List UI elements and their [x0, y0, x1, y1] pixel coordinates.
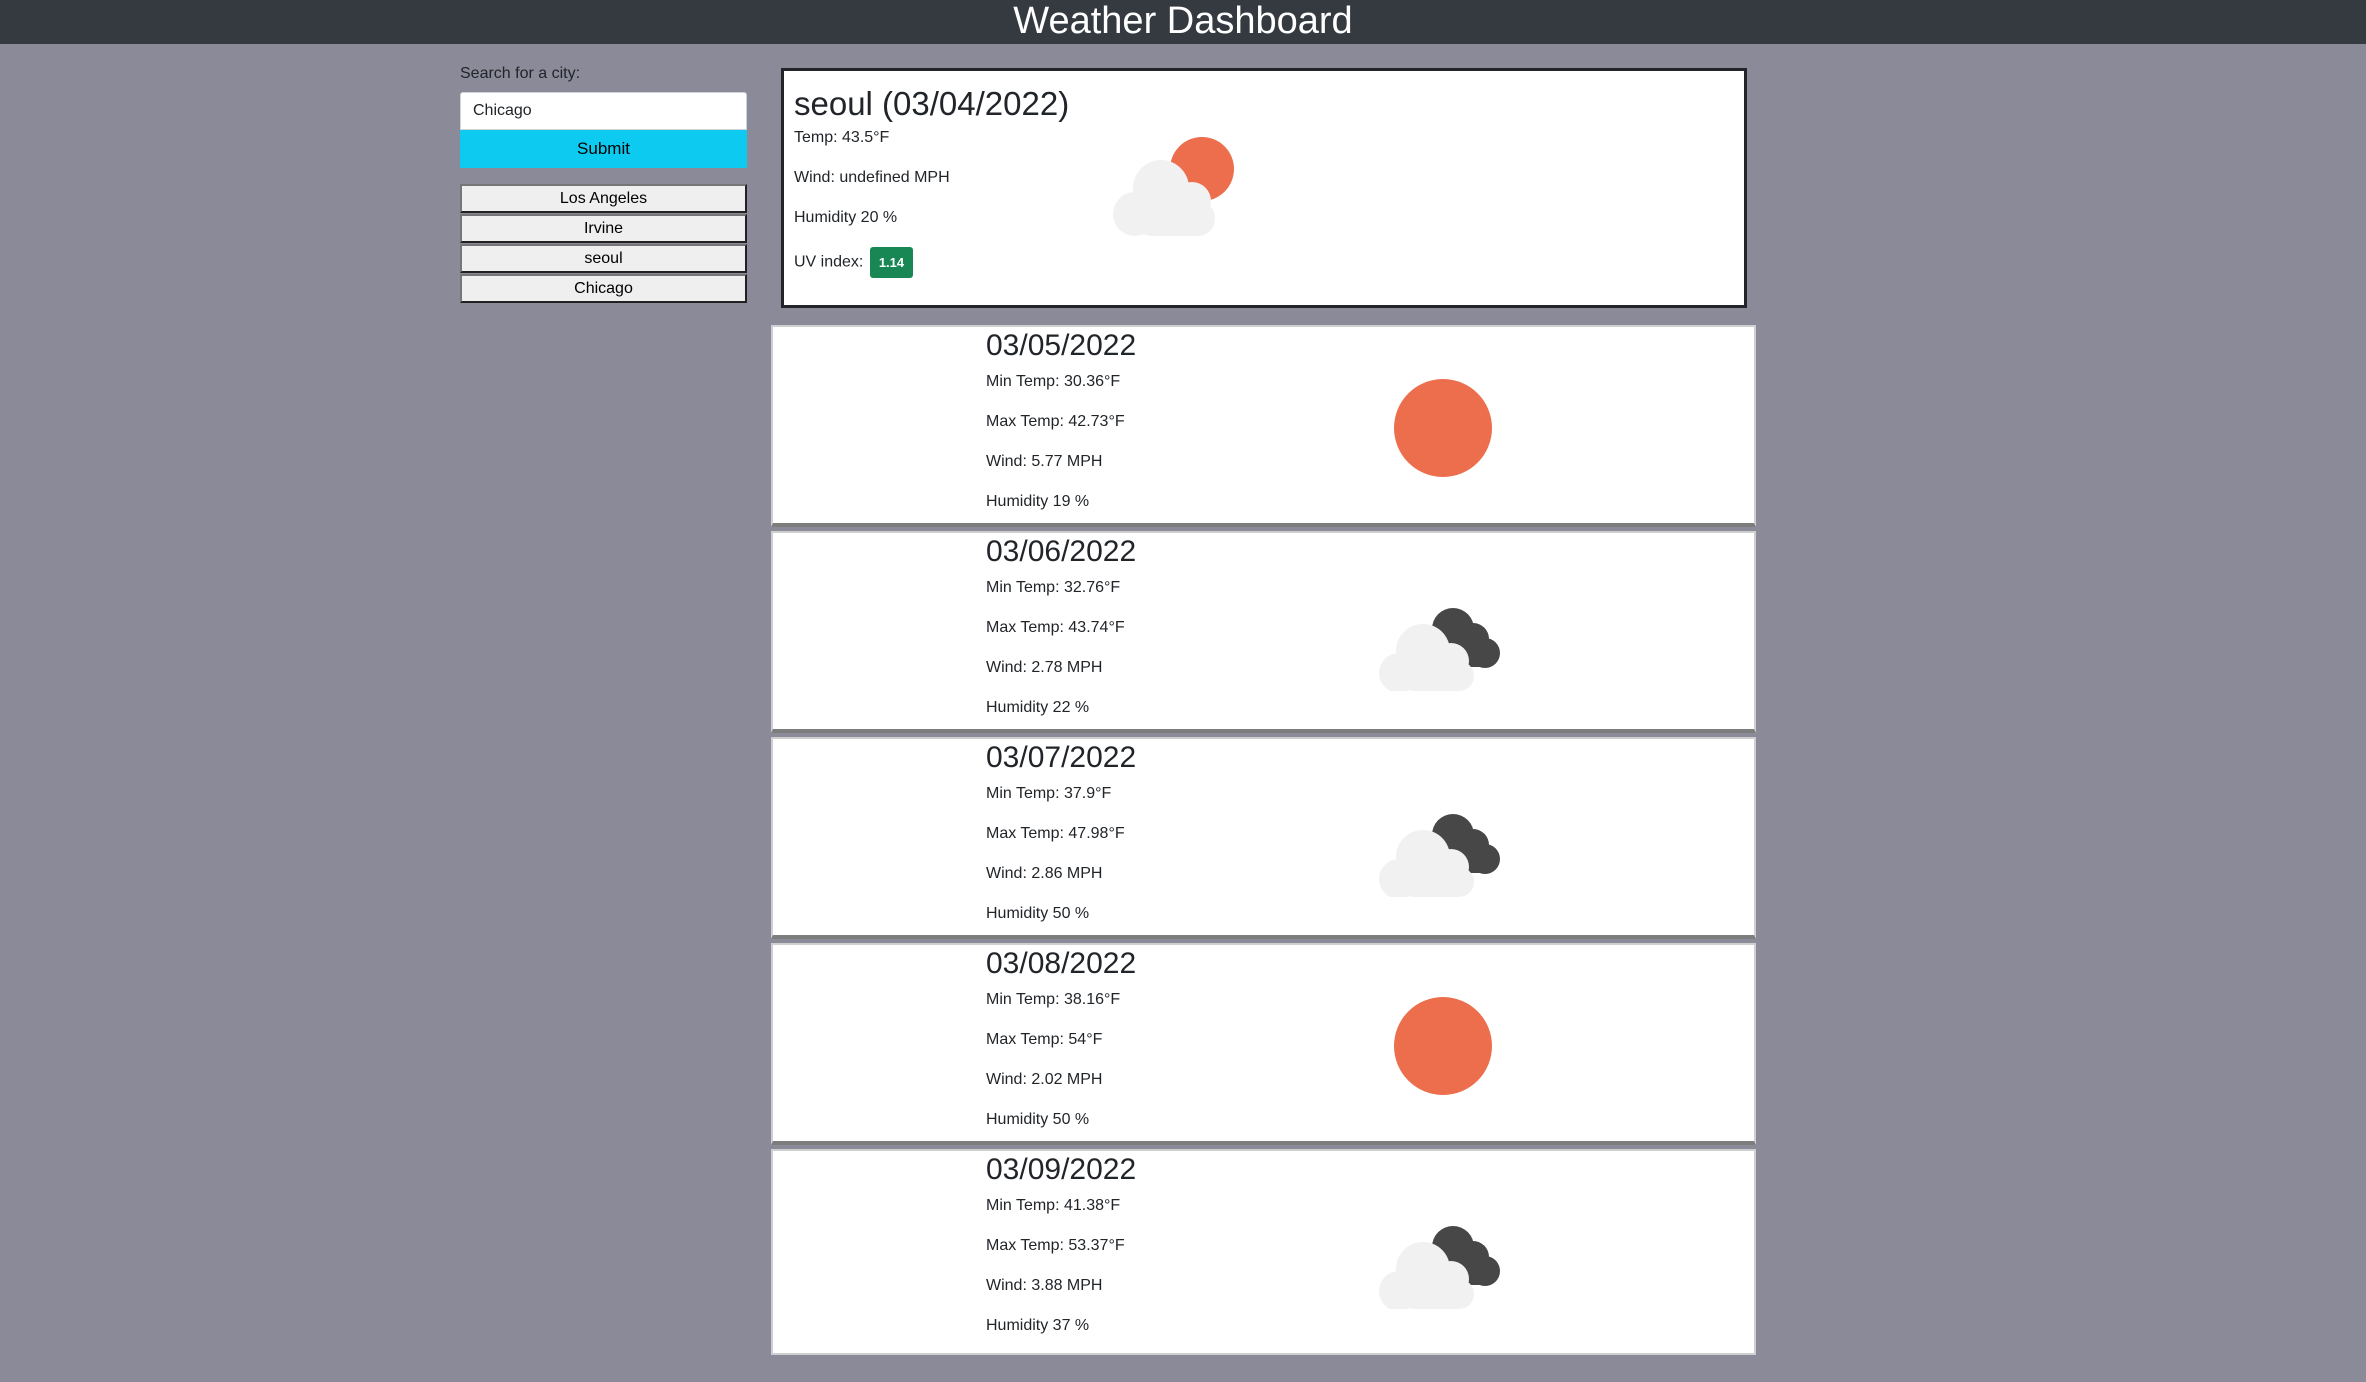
forecast-humidity: Humidity 50 % [986, 1111, 1090, 1128]
current-temp: Temp: 43.5°F [794, 129, 890, 146]
forecast-date: 03/08/2022 [986, 947, 1137, 980]
current-humidity: Humidity 20 % [794, 209, 898, 226]
forecast-list: 03/05/2022 Min Temp: 30.36°F Max Temp: 4… [771, 325, 1756, 1355]
cloudy-icon [1379, 608, 1500, 691]
history-city-button[interactable]: seoul [460, 244, 747, 273]
forecast-date: 03/09/2022 [986, 1153, 1137, 1186]
forecast-date: 03/05/2022 [986, 329, 1137, 362]
forecast-wind: Wind: 2.78 MPH [986, 659, 1103, 676]
forecast-humidity: Humidity 19 % [986, 493, 1090, 510]
current-uv: UV index: 1.14 [794, 247, 914, 278]
forecast-min-temp: Min Temp: 32.76°F [986, 579, 1121, 596]
forecast-card: 03/06/2022 Min Temp: 32.76°F Max Temp: 4… [771, 531, 1756, 733]
forecast-date: 03/07/2022 [986, 741, 1137, 774]
current-city-title: seoul (03/04/2022) [794, 85, 1070, 122]
current-weather-card: seoul (03/04/2022) Temp: 43.5°F Wind: un… [781, 68, 1747, 308]
forecast-min-temp: Min Temp: 30.36°F [986, 373, 1121, 390]
forecast-card: 03/05/2022 Min Temp: 30.36°F Max Temp: 4… [771, 325, 1756, 527]
header-bar: Weather Dashboard [0, 0, 2366, 44]
forecast-card: 03/09/2022 Min Temp: 41.38°F Max Temp: 5… [771, 1149, 1756, 1355]
forecast-wind: Wind: 2.86 MPH [986, 865, 1103, 882]
uv-label: UV index: [794, 253, 864, 271]
forecast-min-temp: Min Temp: 38.16°F [986, 991, 1121, 1008]
forecast-max-temp: Max Temp: 53.37°F [986, 1237, 1125, 1254]
forecast-max-temp: Max Temp: 47.98°F [986, 825, 1125, 842]
page-title: Weather Dashboard [1013, 0, 1353, 42]
forecast-humidity: Humidity 37 % [986, 1317, 1090, 1334]
sun-icon [1394, 997, 1492, 1095]
uv-index-badge: 1.14 [869, 247, 914, 278]
cloudy-icon [1379, 1226, 1500, 1309]
sun-icon [1394, 379, 1492, 477]
forecast-max-temp: Max Temp: 54°F [986, 1031, 1103, 1048]
cloudy-icon [1379, 814, 1500, 897]
forecast-card: 03/07/2022 Min Temp: 37.9°F Max Temp: 47… [771, 737, 1756, 939]
submit-button[interactable]: Submit [460, 130, 747, 168]
partly-cloudy-icon [1113, 137, 1234, 236]
history-city-button[interactable]: Irvine [460, 214, 747, 243]
forecast-humidity: Humidity 50 % [986, 905, 1090, 922]
search-label: Search for a city: [460, 65, 581, 82]
forecast-humidity: Humidity 22 % [986, 699, 1090, 716]
forecast-wind: Wind: 5.77 MPH [986, 453, 1103, 470]
forecast-date: 03/06/2022 [986, 535, 1137, 568]
history-city-button[interactable]: Chicago [460, 274, 747, 303]
current-wind: Wind: undefined MPH [794, 169, 950, 186]
forecast-wind: Wind: 2.02 MPH [986, 1071, 1103, 1088]
city-search-input[interactable] [460, 92, 747, 130]
forecast-min-temp: Min Temp: 41.38°F [986, 1197, 1121, 1214]
forecast-min-temp: Min Temp: 37.9°F [986, 785, 1112, 802]
history-city-button[interactable]: Los Angeles [460, 184, 747, 213]
forecast-max-temp: Max Temp: 43.74°F [986, 619, 1125, 636]
forecast-card: 03/08/2022 Min Temp: 38.16°F Max Temp: 5… [771, 943, 1756, 1145]
search-sidebar: Search for a city: Submit Los Angeles Ir… [460, 62, 747, 304]
search-history: Los Angeles Irvine seoul Chicago [460, 184, 747, 303]
forecast-max-temp: Max Temp: 42.73°F [986, 413, 1125, 430]
forecast-wind: Wind: 3.88 MPH [986, 1277, 1103, 1294]
